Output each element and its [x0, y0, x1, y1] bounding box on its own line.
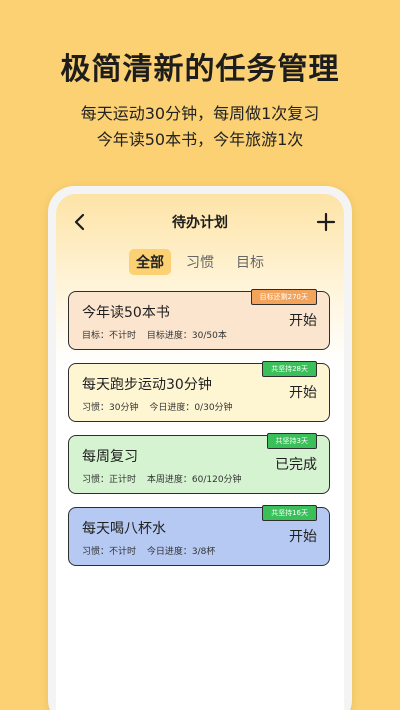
start-button[interactable]: 开始 — [289, 310, 317, 330]
start-button[interactable]: 开始 — [289, 382, 317, 402]
task-title: 每天喝八杯水 — [82, 521, 166, 537]
task-title: 每周复习 — [82, 449, 138, 465]
task-meta-type: 习惯：不计时 — [82, 547, 137, 557]
task-card[interactable]: 共坚持3天 每周复习 习惯：正计时 本周进度：60/120分钟 已完成 — [68, 433, 330, 494]
task-meta-type: 目标：不计时 — [82, 331, 137, 341]
tab-habits[interactable]: 习惯 — [179, 249, 221, 275]
task-meta: 习惯：不计时 今日进度：3/8杯 — [82, 544, 223, 557]
phone-frame: 待办计划 全部 习惯 目标 目标还剩270天 今年读50本书 目标：不计时 目标… — [48, 186, 352, 710]
start-button[interactable]: 开始 — [289, 526, 317, 546]
tab-all[interactable]: 全部 — [129, 249, 171, 275]
task-card[interactable]: 共坚持16天 每天喝八杯水 习惯：不计时 今日进度：3/8杯 开始 — [68, 505, 330, 566]
nav-bar: 待办计划 — [56, 208, 344, 236]
task-card[interactable]: 共坚持28天 每天跑步运动30分钟 习惯：30分钟 今日进度：0/30分钟 开始 — [68, 361, 330, 422]
task-meta-progress: 目标进度：30/50本 — [146, 331, 227, 341]
status-badge: 共坚持28天 — [262, 361, 317, 377]
task-title: 每天跑步运动30分钟 — [82, 377, 212, 393]
promo-title: 极简清新的任务管理 — [60, 52, 340, 87]
task-meta-progress: 今日进度：3/8杯 — [146, 547, 216, 557]
task-meta-type: 习惯：正计时 — [82, 475, 137, 485]
task-meta: 习惯：正计时 本周进度：60/120分钟 — [82, 472, 250, 485]
task-meta-progress: 本周进度：60/120分钟 — [146, 475, 242, 485]
page-title: 待办计划 — [172, 215, 228, 231]
plus-icon[interactable] — [314, 210, 338, 234]
status-badge: 共坚持16天 — [262, 505, 317, 521]
status-badge: 共坚持3天 — [266, 433, 317, 449]
promo-subtitle-line1: 每天运动30分钟，每周做1次复习 — [80, 104, 320, 123]
status-badge: 目标还剩270天 — [250, 289, 317, 305]
task-meta-type: 习惯：30分钟 — [82, 403, 139, 413]
completed-label[interactable]: 已完成 — [275, 454, 317, 474]
tab-bar: 全部 习惯 目标 — [56, 249, 344, 275]
task-title: 今年读50本书 — [82, 305, 170, 321]
task-meta: 习惯：30分钟 今日进度：0/30分钟 — [82, 400, 241, 413]
promo-subtitle-line2: 今年读50本书，今年旅游1次 — [96, 130, 304, 149]
tab-goals[interactable]: 目标 — [229, 249, 271, 275]
task-meta: 目标：不计时 目标进度：30/50本 — [82, 328, 235, 341]
task-card[interactable]: 目标还剩270天 今年读50本书 目标：不计时 目标进度：30/50本 开始 — [68, 289, 330, 350]
app-screen: 待办计划 全部 习惯 目标 目标还剩270天 今年读50本书 目标：不计时 目标… — [56, 194, 344, 710]
task-meta-progress: 今日进度：0/30分钟 — [149, 403, 233, 413]
